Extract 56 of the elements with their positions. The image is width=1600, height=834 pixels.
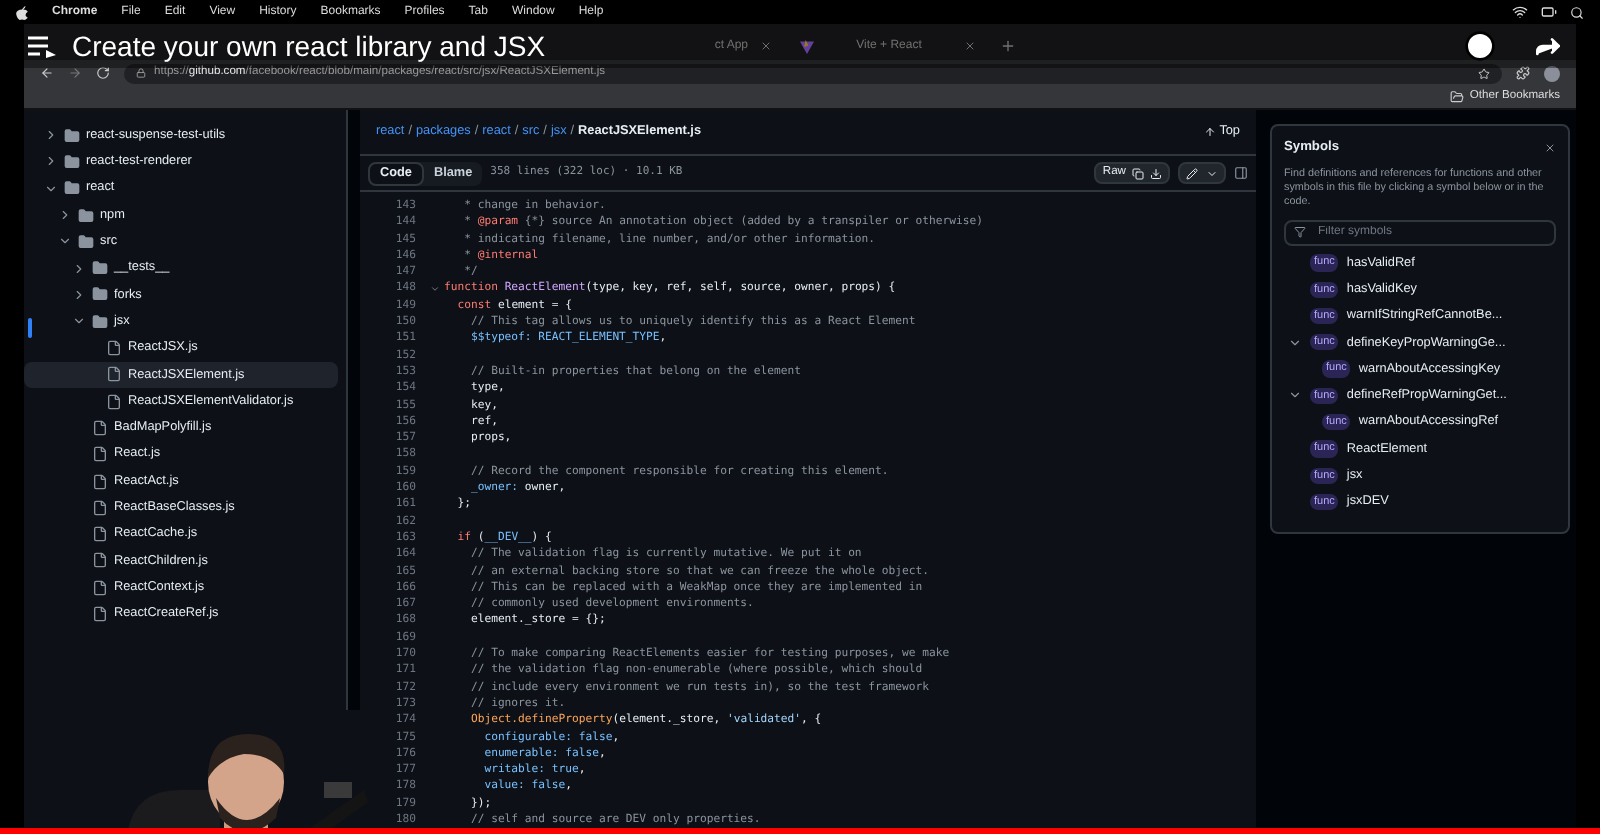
file-icon [92,419,108,436]
folder-icon [1449,90,1464,104]
battery-icon[interactable] [1540,4,1558,20]
back-icon[interactable] [40,66,54,80]
folder-icon [92,260,108,277]
chevron-right-icon[interactable] [72,287,86,302]
file-icon [92,499,108,516]
file-icon [92,552,108,569]
file-icon [92,446,108,463]
close-icon[interactable] [1544,141,1556,154]
file-icon [92,526,108,543]
wifi-icon[interactable] [1512,4,1528,20]
file-icon [92,473,108,489]
file-icon [106,393,122,410]
chevron-down-icon[interactable] [44,181,58,196]
reload-icon[interactable] [96,66,110,80]
chevron-down-icon[interactable] [58,234,72,249]
symbols-panel-icon[interactable] [1234,166,1248,180]
chevron-right-icon[interactable] [44,154,58,169]
chevron-down-icon[interactable] [1288,335,1302,350]
chevron-right-icon[interactable] [58,208,72,223]
star-icon[interactable] [1478,67,1490,79]
chevron-down-icon[interactable] [72,314,86,329]
folder-icon [78,233,94,250]
lock-icon [136,68,146,78]
vite-logo-icon [800,39,814,53]
chevron-right-icon[interactable] [72,261,86,276]
folder-icon [92,286,108,303]
video-title: Create your own react library and JSX [72,27,546,65]
arrow-up-icon [1203,125,1216,138]
extensions-icon[interactable] [1516,66,1530,80]
file-icon [106,340,122,357]
caret-icon[interactable] [1206,167,1218,179]
folder-icon [64,153,80,170]
chevron-down-icon[interactable] [1288,388,1302,403]
file-icon [92,605,108,622]
file-icon [92,579,108,596]
folder-icon [64,127,80,144]
close-icon[interactable] [964,40,976,52]
pencil-icon[interactable] [1186,167,1198,179]
folder-icon [64,180,80,197]
apple-logo-icon[interactable] [16,5,28,19]
download-icon[interactable] [1150,167,1162,179]
folder-icon [92,313,108,330]
search-icon[interactable] [1570,5,1584,19]
folder-icon [78,207,94,224]
playlist-icon[interactable] [28,35,56,57]
avatar[interactable] [1544,65,1560,81]
chevron-right-icon[interactable] [44,128,58,143]
filter-icon [1294,226,1306,239]
copy-icon[interactable] [1132,167,1144,179]
close-icon[interactable] [760,40,772,52]
forward-icon[interactable] [68,66,82,80]
new-tab-icon[interactable] [1000,38,1016,54]
fold-chevron-icon[interactable] [429,284,439,295]
file-icon [106,366,122,383]
